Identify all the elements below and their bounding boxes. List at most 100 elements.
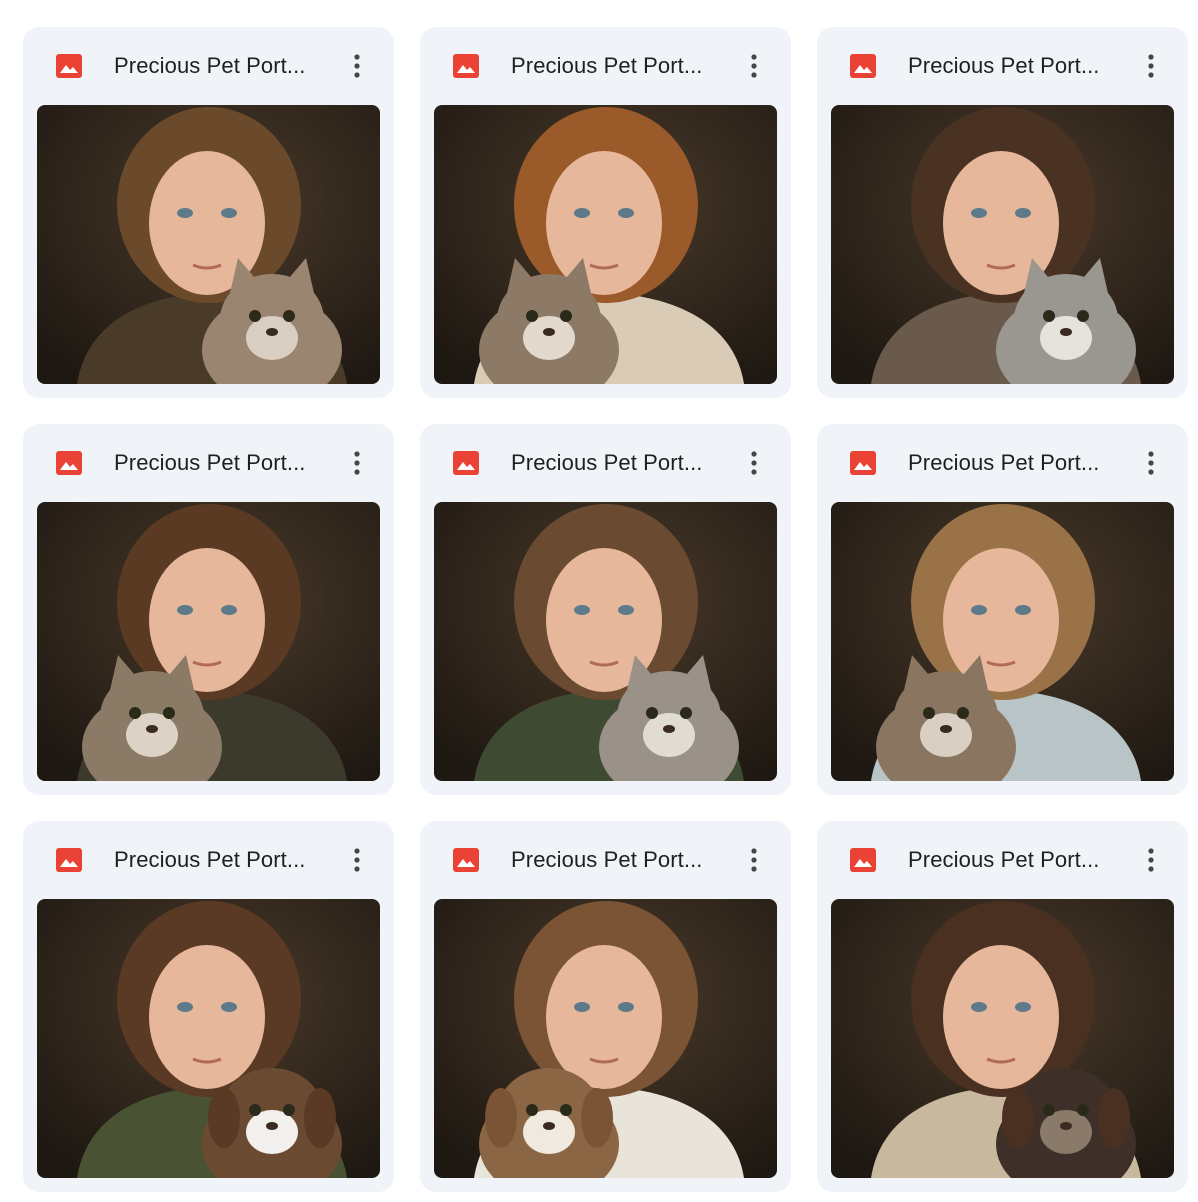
file-thumbnail[interactable] <box>831 105 1174 384</box>
file-card[interactable]: Precious Pet Port... <box>420 821 791 1192</box>
file-card[interactable]: Precious Pet Port... <box>23 27 394 398</box>
file-title: Precious Pet Port... <box>114 450 306 475</box>
child-face <box>943 548 1059 692</box>
image-file-icon <box>850 451 876 475</box>
pet-nose <box>146 725 158 733</box>
file-title: Precious Pet Port... <box>511 450 703 475</box>
pet-muzzle <box>246 316 298 360</box>
pet-nose <box>266 328 278 336</box>
file-card[interactable]: Precious Pet Port... <box>817 27 1188 398</box>
file-card[interactable]: Precious Pet Port... <box>817 424 1188 795</box>
image-file-icon <box>56 848 82 872</box>
file-card[interactable]: Precious Pet Port... <box>23 821 394 1192</box>
child-eye <box>618 208 634 218</box>
more-vert-icon[interactable] <box>1135 842 1167 878</box>
pet-eye <box>249 1104 261 1116</box>
child-face <box>149 945 265 1089</box>
pet-eye <box>249 310 261 322</box>
pet-muzzle <box>523 1110 575 1154</box>
image-file-icon <box>453 54 479 78</box>
pet-ear <box>208 1088 240 1148</box>
more-vert-icon[interactable] <box>1135 445 1167 481</box>
child-face <box>546 945 662 1089</box>
pet-ear <box>1002 1088 1034 1148</box>
image-file-icon <box>850 54 876 78</box>
file-title: Precious Pet Port... <box>908 450 1100 475</box>
pet-muzzle <box>126 713 178 757</box>
child-eye <box>574 1002 590 1012</box>
child-eye <box>574 208 590 218</box>
pet-nose <box>543 1122 555 1130</box>
file-thumbnail[interactable] <box>831 502 1174 781</box>
file-title: Precious Pet Port... <box>908 53 1100 78</box>
pet-eye <box>957 707 969 719</box>
child-eye <box>971 605 987 615</box>
pet-nose <box>940 725 952 733</box>
more-vert-icon[interactable] <box>341 842 373 878</box>
child-eye <box>177 605 193 615</box>
pet-nose <box>266 1122 278 1130</box>
pet-nose <box>543 328 555 336</box>
pet-ear <box>1098 1088 1130 1148</box>
child-eye <box>971 1002 987 1012</box>
pet-muzzle <box>523 316 575 360</box>
child-eye <box>618 605 634 615</box>
pet-eye <box>560 310 572 322</box>
file-card[interactable]: Precious Pet Port... <box>420 424 791 795</box>
file-card[interactable]: Precious Pet Port... <box>817 821 1188 1192</box>
child-face <box>546 151 662 295</box>
pet-eye <box>560 1104 572 1116</box>
image-file-icon <box>56 451 82 475</box>
pet-ear <box>485 1088 517 1148</box>
file-title: Precious Pet Port... <box>908 847 1100 872</box>
more-vert-icon[interactable] <box>341 48 373 84</box>
child-eye <box>1015 605 1031 615</box>
file-title: Precious Pet Port... <box>114 53 306 78</box>
file-thumbnail[interactable] <box>434 899 777 1178</box>
more-vert-icon[interactable] <box>738 445 770 481</box>
pet-eye <box>1043 1104 1055 1116</box>
pet-nose <box>663 725 675 733</box>
pet-nose <box>1060 328 1072 336</box>
file-title: Precious Pet Port... <box>114 847 306 872</box>
pet-eye <box>163 707 175 719</box>
pet-eye <box>646 707 658 719</box>
child-eye <box>177 208 193 218</box>
more-vert-icon[interactable] <box>738 48 770 84</box>
image-file-icon <box>850 848 876 872</box>
child-face <box>943 945 1059 1089</box>
more-vert-icon[interactable] <box>738 842 770 878</box>
file-title: Precious Pet Port... <box>511 53 703 78</box>
file-thumbnail[interactable] <box>434 502 777 781</box>
file-grid: Precious Pet Port... Precious Pet Port..… <box>23 27 1188 1192</box>
pet-eye <box>129 707 141 719</box>
pet-muzzle <box>246 1110 298 1154</box>
child-eye <box>221 208 237 218</box>
more-vert-icon[interactable] <box>341 445 373 481</box>
pet-muzzle <box>920 713 972 757</box>
file-thumbnail[interactable] <box>37 105 380 384</box>
pet-muzzle <box>1040 1110 1092 1154</box>
file-thumbnail[interactable] <box>434 105 777 384</box>
file-card[interactable]: Precious Pet Port... <box>23 424 394 795</box>
child-face <box>149 548 265 692</box>
child-eye <box>1015 1002 1031 1012</box>
more-vert-icon[interactable] <box>1135 48 1167 84</box>
file-thumbnail[interactable] <box>831 899 1174 1178</box>
pet-eye <box>680 707 692 719</box>
pet-eye <box>526 310 538 322</box>
pet-muzzle <box>643 713 695 757</box>
child-eye <box>574 605 590 615</box>
pet-eye <box>1043 310 1055 322</box>
file-card[interactable]: Precious Pet Port... <box>420 27 791 398</box>
pet-eye <box>526 1104 538 1116</box>
pet-ear <box>581 1088 613 1148</box>
pet-muzzle <box>1040 316 1092 360</box>
pet-eye <box>1077 1104 1089 1116</box>
file-thumbnail[interactable] <box>37 899 380 1178</box>
child-eye <box>221 1002 237 1012</box>
pet-eye <box>283 1104 295 1116</box>
image-file-icon <box>453 848 479 872</box>
file-thumbnail[interactable] <box>37 502 380 781</box>
pet-eye <box>923 707 935 719</box>
